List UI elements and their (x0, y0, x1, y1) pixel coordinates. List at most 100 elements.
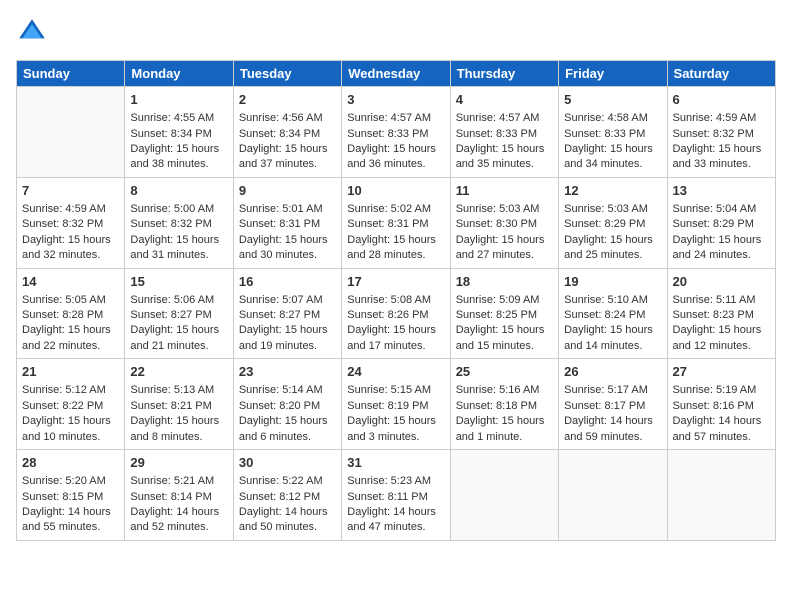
calendar-cell (450, 450, 558, 541)
calendar-cell: 19Sunrise: 5:10 AMSunset: 8:24 PMDayligh… (559, 268, 667, 359)
day-number: 30 (239, 454, 336, 472)
day-info: Daylight: 15 hours (564, 142, 661, 157)
day-number: 11 (456, 182, 553, 200)
day-info: Sunset: 8:16 PM (673, 399, 770, 414)
day-number: 2 (239, 91, 336, 109)
calendar-cell: 22Sunrise: 5:13 AMSunset: 8:21 PMDayligh… (125, 359, 233, 450)
day-number: 9 (239, 182, 336, 200)
day-info: Sunset: 8:29 PM (673, 217, 770, 232)
calendar-cell: 1Sunrise: 4:55 AMSunset: 8:34 PMDaylight… (125, 87, 233, 178)
day-info: Sunset: 8:18 PM (456, 399, 553, 414)
day-number: 6 (673, 91, 770, 109)
calendar-cell (667, 450, 775, 541)
day-info: Sunrise: 5:09 AM (456, 293, 553, 308)
day-info: Daylight: 15 hours (347, 323, 444, 338)
day-info: and 35 minutes. (456, 157, 553, 172)
day-info: Daylight: 14 hours (22, 505, 119, 520)
day-info: and 28 minutes. (347, 248, 444, 263)
day-info: Sunrise: 5:13 AM (130, 383, 227, 398)
calendar-cell: 8Sunrise: 5:00 AMSunset: 8:32 PMDaylight… (125, 177, 233, 268)
day-info: Sunrise: 5:22 AM (239, 474, 336, 489)
day-number: 23 (239, 363, 336, 381)
day-info: and 30 minutes. (239, 248, 336, 263)
day-info: Sunset: 8:25 PM (456, 308, 553, 323)
calendar-cell: 13Sunrise: 5:04 AMSunset: 8:29 PMDayligh… (667, 177, 775, 268)
day-info: and 19 minutes. (239, 339, 336, 354)
day-info: Sunrise: 5:14 AM (239, 383, 336, 398)
day-info: and 12 minutes. (673, 339, 770, 354)
day-info: Sunrise: 5:10 AM (564, 293, 661, 308)
day-info: Sunrise: 5:23 AM (347, 474, 444, 489)
day-info: Sunset: 8:33 PM (564, 127, 661, 142)
calendar-week-row: 1Sunrise: 4:55 AMSunset: 8:34 PMDaylight… (17, 87, 776, 178)
day-info: Daylight: 15 hours (347, 233, 444, 248)
day-info: Sunrise: 5:16 AM (456, 383, 553, 398)
day-info: Sunrise: 5:15 AM (347, 383, 444, 398)
day-info: Sunset: 8:20 PM (239, 399, 336, 414)
day-info: Sunrise: 5:03 AM (564, 202, 661, 217)
day-info: Sunset: 8:27 PM (239, 308, 336, 323)
day-info: Sunrise: 5:20 AM (22, 474, 119, 489)
day-info: Sunrise: 5:00 AM (130, 202, 227, 217)
day-info: Daylight: 15 hours (22, 233, 119, 248)
day-info: and 3 minutes. (347, 430, 444, 445)
day-number: 27 (673, 363, 770, 381)
day-info: Sunset: 8:31 PM (347, 217, 444, 232)
day-info: and 31 minutes. (130, 248, 227, 263)
day-info: Daylight: 15 hours (347, 142, 444, 157)
calendar-table: SundayMondayTuesdayWednesdayThursdayFrid… (16, 60, 776, 541)
day-info: and 15 minutes. (456, 339, 553, 354)
day-info: Sunrise: 5:01 AM (239, 202, 336, 217)
calendar-cell: 12Sunrise: 5:03 AMSunset: 8:29 PMDayligh… (559, 177, 667, 268)
day-info: Sunrise: 5:07 AM (239, 293, 336, 308)
calendar-week-row: 28Sunrise: 5:20 AMSunset: 8:15 PMDayligh… (17, 450, 776, 541)
day-number: 20 (673, 273, 770, 291)
day-info: Sunset: 8:19 PM (347, 399, 444, 414)
day-info: Sunset: 8:34 PM (239, 127, 336, 142)
day-info: and 55 minutes. (22, 520, 119, 535)
day-info: Daylight: 15 hours (456, 323, 553, 338)
day-info: Sunrise: 4:56 AM (239, 111, 336, 126)
calendar-cell: 29Sunrise: 5:21 AMSunset: 8:14 PMDayligh… (125, 450, 233, 541)
calendar-cell: 21Sunrise: 5:12 AMSunset: 8:22 PMDayligh… (17, 359, 125, 450)
day-number: 24 (347, 363, 444, 381)
calendar-cell: 23 Sunrise: 5:14 AMSunset: 8:20 PMDayligh… (233, 359, 341, 450)
day-number: 7 (22, 182, 119, 200)
day-info: Sunrise: 5:06 AM (130, 293, 227, 308)
day-info: Sunset: 8:32 PM (22, 217, 119, 232)
calendar-header-row: SundayMondayTuesdayWednesdayThursdayFrid… (17, 61, 776, 87)
day-info: Daylight: 14 hours (347, 505, 444, 520)
day-number: 13 (673, 182, 770, 200)
day-info: Daylight: 15 hours (239, 414, 336, 429)
day-info: and 50 minutes. (239, 520, 336, 535)
calendar-cell: 24Sunrise: 5:15 AMSunset: 8:19 PMDayligh… (342, 359, 450, 450)
day-info: Sunrise: 4:59 AM (673, 111, 770, 126)
calendar-cell: 27Sunrise: 5:19 AMSunset: 8:16 PMDayligh… (667, 359, 775, 450)
day-info: and 21 minutes. (130, 339, 227, 354)
calendar-col-header: Wednesday (342, 61, 450, 87)
calendar-cell: 25Sunrise: 5:16 AMSunset: 8:18 PMDayligh… (450, 359, 558, 450)
calendar-week-row: 21Sunrise: 5:12 AMSunset: 8:22 PMDayligh… (17, 359, 776, 450)
day-number: 26 (564, 363, 661, 381)
day-info: Sunset: 8:11 PM (347, 490, 444, 505)
day-info: Sunset: 8:32 PM (673, 127, 770, 142)
calendar-cell: 7Sunrise: 4:59 AMSunset: 8:32 PMDaylight… (17, 177, 125, 268)
day-number: 16 (239, 273, 336, 291)
day-number: 15 (130, 273, 227, 291)
day-info: Sunset: 8:26 PM (347, 308, 444, 323)
calendar-week-row: 14Sunrise: 5:05 AMSunset: 8:28 PMDayligh… (17, 268, 776, 359)
day-number: 25 (456, 363, 553, 381)
day-number: 19 (564, 273, 661, 291)
day-info: and 33 minutes. (673, 157, 770, 172)
calendar-cell: 28Sunrise: 5:20 AMSunset: 8:15 PMDayligh… (17, 450, 125, 541)
day-info: Daylight: 15 hours (456, 142, 553, 157)
calendar-week-row: 7Sunrise: 4:59 AMSunset: 8:32 PMDaylight… (17, 177, 776, 268)
calendar-cell: 9Sunrise: 5:01 AMSunset: 8:31 PMDaylight… (233, 177, 341, 268)
day-number: 21 (22, 363, 119, 381)
day-number: 22 (130, 363, 227, 381)
day-info: Daylight: 14 hours (673, 414, 770, 429)
calendar-cell: 14Sunrise: 5:05 AMSunset: 8:28 PMDayligh… (17, 268, 125, 359)
calendar-cell: 3Sunrise: 4:57 AMSunset: 8:33 PMDaylight… (342, 87, 450, 178)
calendar-cell: 17Sunrise: 5:08 AMSunset: 8:26 PMDayligh… (342, 268, 450, 359)
day-info: and 17 minutes. (347, 339, 444, 354)
